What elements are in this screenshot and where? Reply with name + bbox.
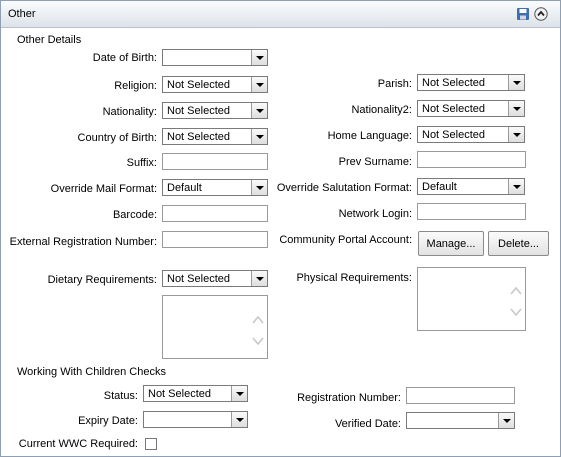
dietary-requirements-value: Not Selected	[167, 273, 230, 285]
chevron-down-icon[interactable]	[251, 180, 267, 195]
dietary-requirements-select[interactable]: Not Selected	[162, 270, 268, 287]
save-icon[interactable]	[516, 7, 530, 21]
network-login-input[interactable]	[417, 203, 526, 220]
collapse-icon[interactable]	[534, 7, 548, 21]
physical-requirements-label: Physical Requirements:	[296, 272, 412, 284]
delete-button[interactable]: Delete...	[488, 231, 549, 256]
wwc-status-label: Status:	[103, 390, 138, 402]
chevron-down-icon[interactable]	[251, 271, 267, 286]
chevron-down-icon[interactable]	[251, 77, 267, 92]
verified-date-picker[interactable]	[406, 412, 515, 429]
mail-format-select[interactable]: Default	[162, 179, 268, 196]
nationality-select[interactable]: Not Selected	[162, 102, 268, 119]
network-login-label: Network Login:	[338, 208, 412, 220]
dob-label: Date of Birth:	[92, 52, 157, 64]
home-language-label: Home Language:	[327, 130, 412, 142]
other-details-heading: Other Details	[17, 34, 82, 46]
physical-requirements-list[interactable]	[417, 267, 526, 331]
mail-format-value: Default	[167, 182, 202, 194]
nationality2-select[interactable]: Not Selected	[417, 100, 525, 117]
community-portal-label: Community Portal Account:	[279, 234, 412, 246]
barcode-input[interactable]	[162, 205, 268, 222]
expiry-date-label: Expiry Date:	[78, 415, 138, 427]
religion-value: Not Selected	[167, 79, 230, 91]
barcode-label: Barcode:	[112, 209, 157, 221]
dietary-requirements-label: Dietary Requirements:	[47, 274, 157, 286]
country-of-birth-label: Country of Birth:	[77, 132, 157, 144]
dob-picker[interactable]	[162, 49, 268, 66]
panel-header: Other	[1, 1, 560, 28]
mail-format-label: Override Mail Format:	[50, 183, 157, 195]
nationality2-label: Nationality2:	[351, 104, 412, 116]
salutation-format-select[interactable]: Default	[417, 178, 525, 195]
chevron-down-icon[interactable]	[251, 129, 267, 144]
prev-surname-input[interactable]	[417, 151, 526, 168]
nationality2-value: Not Selected	[422, 103, 485, 115]
scrollbar-icon[interactable]	[251, 298, 265, 354]
chevron-down-icon[interactable]	[498, 413, 514, 428]
chevron-down-icon[interactable]	[251, 103, 267, 118]
registration-number-input[interactable]	[406, 387, 515, 404]
religion-label: Religion:	[114, 80, 157, 92]
wwc-status-select[interactable]: Not Selected	[143, 385, 248, 402]
suffix-input[interactable]	[162, 153, 268, 170]
home-language-value: Not Selected	[422, 129, 485, 141]
panel-title: Other	[8, 8, 36, 20]
parish-value: Not Selected	[422, 77, 485, 89]
scrollbar-icon[interactable]	[509, 270, 523, 326]
nationality-label: Nationality:	[102, 106, 157, 118]
religion-select[interactable]: Not Selected	[162, 76, 268, 93]
chevron-down-icon[interactable]	[231, 412, 247, 427]
prev-surname-label: Prev Surname:	[338, 156, 412, 168]
current-wwc-checkbox[interactable]	[145, 438, 157, 450]
external-registration-input[interactable]	[162, 231, 268, 248]
chevron-down-icon[interactable]	[508, 75, 524, 90]
chevron-down-icon[interactable]	[508, 101, 524, 116]
wwc-status-value: Not Selected	[148, 388, 211, 400]
country-of-birth-select[interactable]: Not Selected	[162, 128, 268, 145]
manage-button[interactable]: Manage...	[418, 231, 484, 256]
dietary-requirements-list[interactable]	[162, 295, 268, 359]
parish-select[interactable]: Not Selected	[417, 74, 525, 91]
country-of-birth-value: Not Selected	[167, 131, 230, 143]
chevron-down-icon[interactable]	[508, 127, 524, 142]
wwc-heading: Working With Children Checks	[17, 366, 166, 378]
verified-date-label: Verified Date:	[334, 418, 401, 430]
salutation-format-label: Override Salutation Format:	[276, 182, 412, 194]
expiry-date-picker[interactable]	[143, 411, 248, 428]
chevron-down-icon[interactable]	[508, 179, 524, 194]
chevron-down-icon[interactable]	[251, 50, 267, 65]
parish-label: Parish:	[377, 78, 412, 90]
salutation-format-value: Default	[422, 181, 457, 193]
chevron-down-icon[interactable]	[231, 386, 247, 401]
current-wwc-label: Current WWC Required:	[18, 438, 138, 450]
nationality-value: Not Selected	[167, 105, 230, 117]
suffix-label: Suffix:	[126, 157, 157, 169]
registration-number-label: Registration Number:	[297, 392, 401, 404]
external-registration-label: External Registration Number:	[9, 236, 157, 248]
home-language-select[interactable]: Not Selected	[417, 126, 525, 143]
